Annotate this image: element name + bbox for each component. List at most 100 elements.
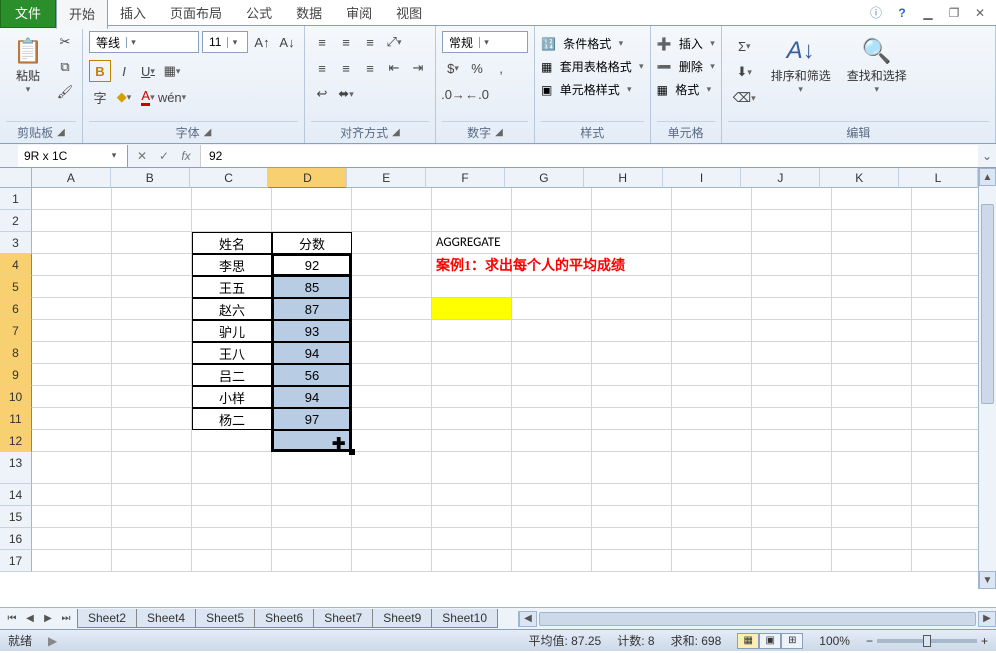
font-launcher[interactable]: ◢ <box>204 127 212 138</box>
cell-D1[interactable] <box>272 188 352 210</box>
cell-B5[interactable] <box>112 276 192 298</box>
cell-H2[interactable] <box>592 210 672 232</box>
cell-C4[interactable]: 李思 <box>192 254 272 276</box>
tab-view[interactable]: 视图 <box>384 0 434 27</box>
window-close-icon[interactable]: ✕ <box>972 5 988 21</box>
scroll-down-icon[interactable]: ▼ <box>979 571 996 589</box>
cell-K14[interactable] <box>832 484 912 506</box>
delete-cells-button[interactable]: ➖ 删除 ▾ <box>657 58 715 75</box>
sheet-tab-Sheet6[interactable]: Sheet6 <box>254 609 314 628</box>
cell-G8[interactable] <box>512 342 592 364</box>
cell-C2[interactable] <box>192 210 272 232</box>
font-color-button[interactable]: A▾ <box>137 86 159 108</box>
cell-E17[interactable] <box>352 550 432 572</box>
sheet-tab-Sheet7[interactable]: Sheet7 <box>313 609 373 628</box>
cell-E1[interactable] <box>352 188 432 210</box>
cell-D14[interactable] <box>272 484 352 506</box>
fill-button[interactable]: ⬇▾ <box>728 61 761 83</box>
cell-F9[interactable] <box>432 364 512 386</box>
cell-G7[interactable] <box>512 320 592 342</box>
find-select-button[interactable]: 🔍 查找和选择▾ <box>841 31 913 99</box>
cell-H6[interactable] <box>592 298 672 320</box>
cell-J12[interactable] <box>752 430 832 452</box>
cell-B2[interactable] <box>112 210 192 232</box>
cell-J10[interactable] <box>752 386 832 408</box>
cell-C12[interactable] <box>192 430 272 452</box>
row-header-15[interactable]: 15 <box>0 506 32 528</box>
row-header-9[interactable]: 9 <box>0 364 32 386</box>
autosum-button[interactable]: Σ▾ <box>728 35 761 57</box>
cell-E4[interactable] <box>352 254 432 276</box>
table-format-button[interactable]: ▦ 套用表格格式 ▾ <box>541 58 644 75</box>
col-header-G[interactable]: G <box>505 168 584 188</box>
cell-A11[interactable] <box>32 408 112 430</box>
cell-C1[interactable] <box>192 188 272 210</box>
insert-cells-button[interactable]: ➕ 插入 ▾ <box>657 35 715 52</box>
cell-D8[interactable]: 94 <box>272 342 352 364</box>
cell-E8[interactable] <box>352 342 432 364</box>
cell-I16[interactable] <box>672 528 752 550</box>
cell-B1[interactable] <box>112 188 192 210</box>
row-header-16[interactable]: 16 <box>0 528 32 550</box>
cell-J14[interactable] <box>752 484 832 506</box>
format-painter-button[interactable]: 🖌 <box>54 81 76 103</box>
cell-I6[interactable] <box>672 298 752 320</box>
cell-A7[interactable] <box>32 320 112 342</box>
cell-E11[interactable] <box>352 408 432 430</box>
cell-D6[interactable]: 87 <box>272 298 352 320</box>
cell-F5[interactable] <box>432 276 512 298</box>
col-header-D[interactable]: D <box>268 168 347 188</box>
cell-F15[interactable] <box>432 506 512 528</box>
cell-F4[interactable]: 案例1：求出每个人的平均成绩 <box>432 254 752 276</box>
row-header-14[interactable]: 14 <box>0 484 32 506</box>
cell-J6[interactable] <box>752 298 832 320</box>
cell-K1[interactable] <box>832 188 912 210</box>
cancel-formula-icon[interactable]: ✕ <box>132 149 152 163</box>
cell-K2[interactable] <box>832 210 912 232</box>
cell-H3[interactable] <box>592 232 672 254</box>
cell-I8[interactable] <box>672 342 752 364</box>
number-launcher[interactable]: ◢ <box>495 127 503 138</box>
cell-E9[interactable] <box>352 364 432 386</box>
decrease-font-button[interactable]: A↓ <box>276 31 298 53</box>
cell-H14[interactable] <box>592 484 672 506</box>
cell-E12[interactable] <box>352 430 432 452</box>
cell-J3[interactable] <box>752 232 832 254</box>
expand-fbar-icon[interactable]: ⌄ <box>978 149 996 163</box>
vertical-scrollbar[interactable]: ▲ ▼ <box>978 168 996 589</box>
cell-E13[interactable] <box>352 452 432 484</box>
cell-C5[interactable]: 王五 <box>192 276 272 298</box>
col-header-L[interactable]: L <box>899 168 978 188</box>
copy-button[interactable]: ⧉ <box>54 56 76 78</box>
zoom-in-button[interactable]: + <box>981 634 988 648</box>
cell-G9[interactable] <box>512 364 592 386</box>
cell-D3[interactable]: 分数 <box>272 232 352 254</box>
cell-K5[interactable] <box>832 276 912 298</box>
view-normal-button[interactable]: ▦ <box>737 633 759 649</box>
cell-C13[interactable] <box>192 452 272 484</box>
col-header-J[interactable]: J <box>741 168 820 188</box>
cell-A10[interactable] <box>32 386 112 408</box>
align-top-button[interactable]: ≡ <box>311 31 333 53</box>
ruby-button[interactable]: 字 <box>89 86 111 108</box>
cell-H1[interactable] <box>592 188 672 210</box>
wrap-text-button[interactable]: ↩ <box>311 83 333 105</box>
name-box[interactable]: 9R x 1C▾ <box>18 145 128 167</box>
cell-J15[interactable] <box>752 506 832 528</box>
cell-I17[interactable] <box>672 550 752 572</box>
cell-J8[interactable] <box>752 342 832 364</box>
zoom-out-button[interactable]: − <box>866 634 873 648</box>
tab-nav-prev-icon[interactable]: ◀ <box>22 613 38 624</box>
row-header-6[interactable]: 6 <box>0 298 32 320</box>
cell-B6[interactable] <box>112 298 192 320</box>
col-header-K[interactable]: K <box>820 168 899 188</box>
tab-data[interactable]: 数据 <box>284 0 334 27</box>
cell-F14[interactable] <box>432 484 512 506</box>
cell-J1[interactable] <box>752 188 832 210</box>
cell-C15[interactable] <box>192 506 272 528</box>
cell-B16[interactable] <box>112 528 192 550</box>
cell-C7[interactable]: 驴儿 <box>192 320 272 342</box>
cell-K13[interactable] <box>832 452 912 484</box>
cell-B7[interactable] <box>112 320 192 342</box>
align-launcher[interactable]: ◢ <box>392 127 400 138</box>
